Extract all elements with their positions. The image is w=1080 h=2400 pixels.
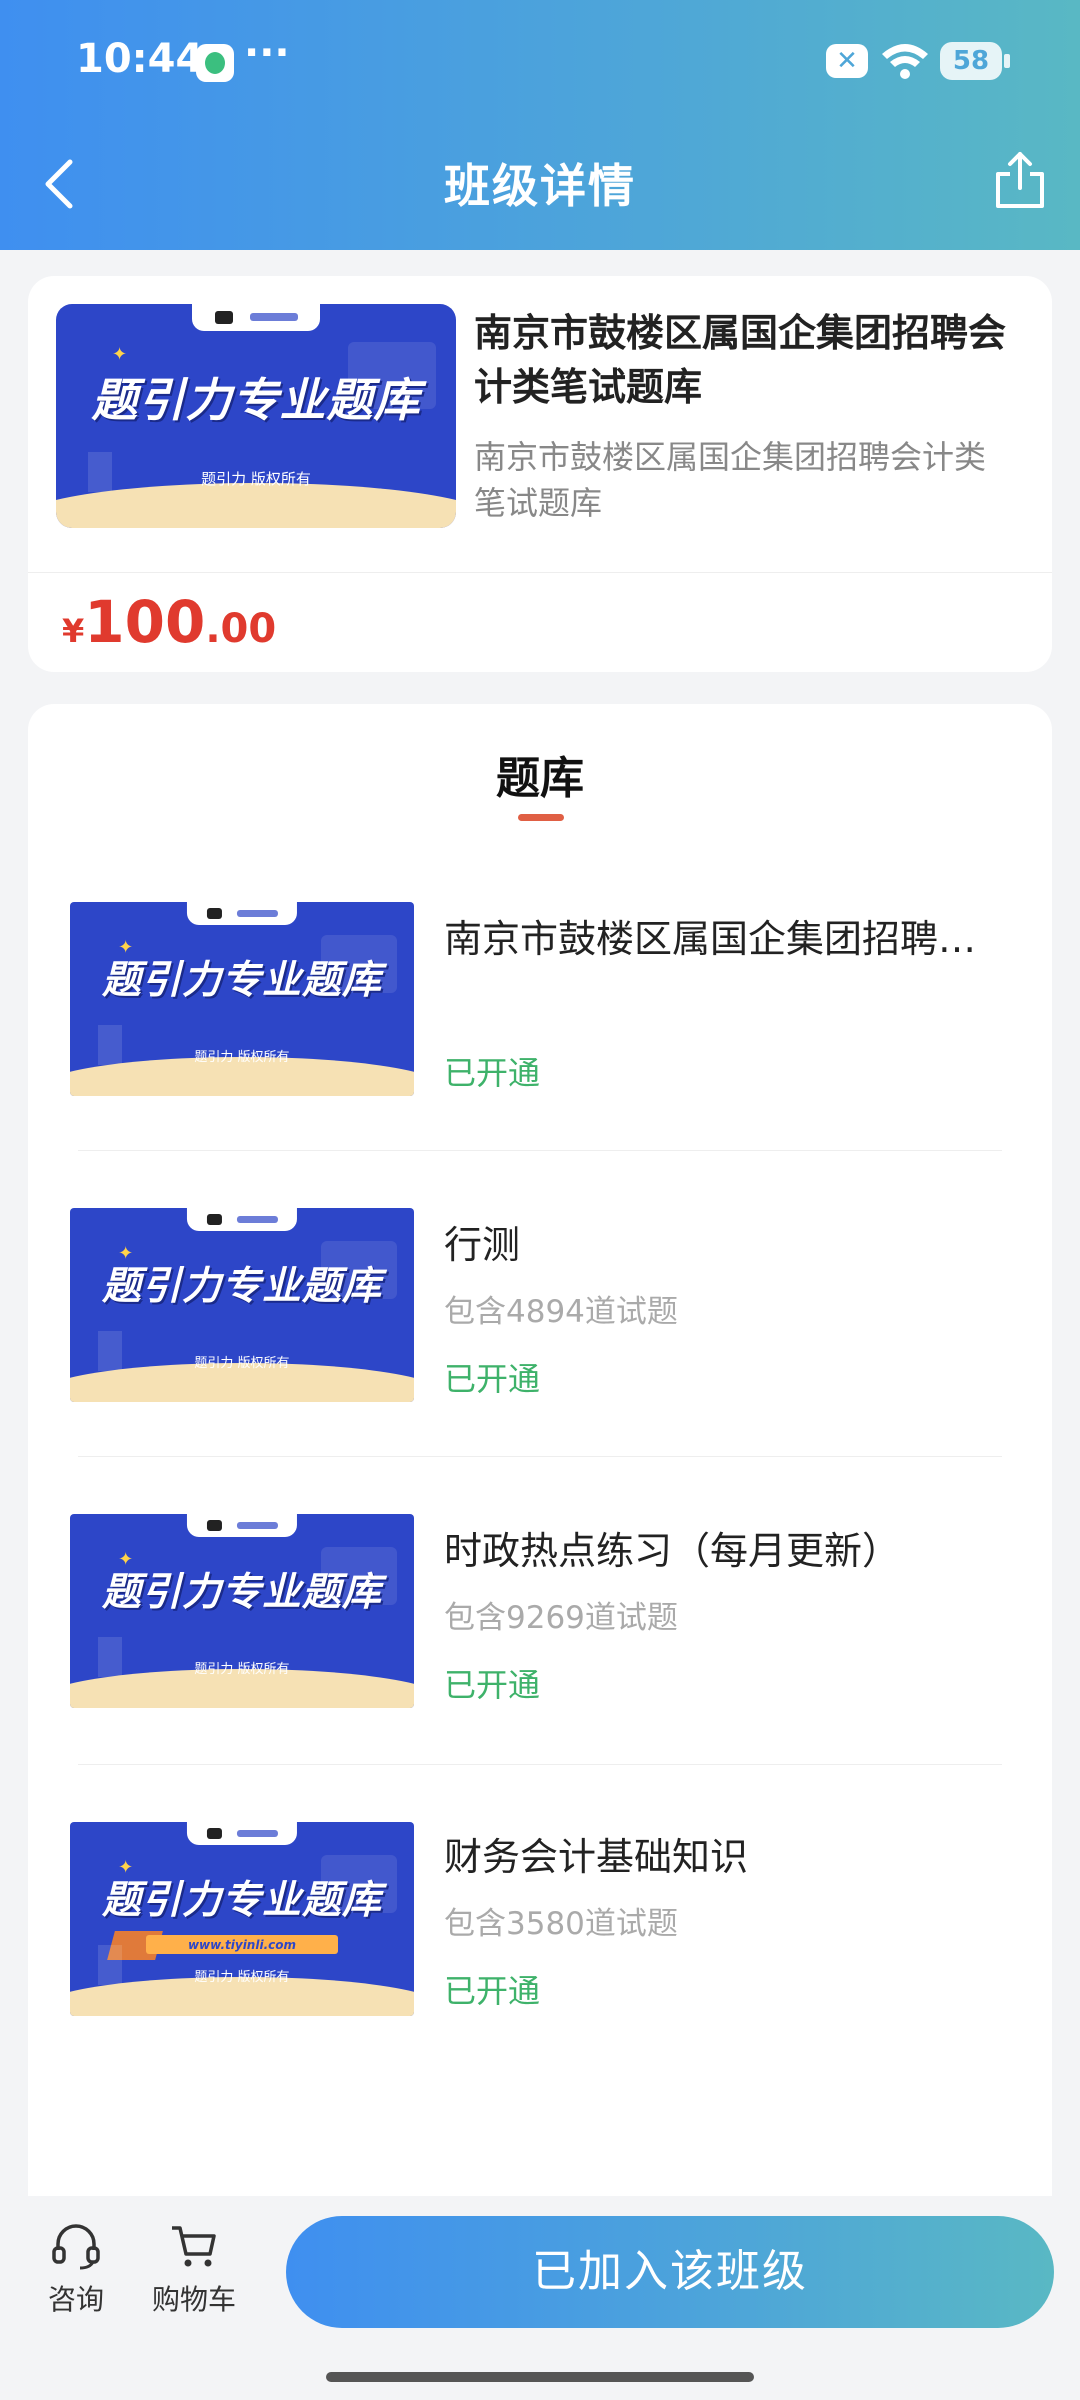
wifi-icon [882, 44, 928, 79]
battery-icon: 58 [940, 42, 1010, 80]
class-price: ¥100.00 [62, 572, 276, 672]
join-class-button[interactable]: 已加入该班级 [286, 2216, 1054, 2328]
price-decimal: .00 [205, 606, 277, 652]
cover-banner-text: 题引力专业题库 [101, 1569, 382, 1615]
cart-label: 购物车 [151, 2283, 236, 2316]
consult-label: 咨询 [47, 2283, 104, 2316]
bank-question-count: 包含9269道试题 [444, 1600, 678, 1636]
bank-status: 已开通 [444, 1972, 541, 2010]
class-title: 南京市鼓楼区属国企集团招聘会计类笔试题库 [474, 311, 1007, 409]
bank-status: 已开通 [444, 1666, 541, 1704]
data-off-icon: ✕ [826, 44, 868, 78]
cover-copyright: 题引力 版权所有 [194, 1049, 290, 1065]
app-notification-icon [196, 44, 234, 82]
bank-cover-image: ✦ 题引力专业题库 题引力 版权所有 [70, 1208, 414, 1402]
price-integer: 100 [84, 588, 206, 656]
bank-cover-image: ✦ 题引力专业题库 www.tiyinli.com 题引力 版权所有 [70, 1822, 414, 2016]
status-more-icon: ··· [244, 30, 290, 76]
bank-status: 已开通 [444, 1054, 541, 1092]
share-button[interactable] [992, 150, 1048, 210]
cover-banner-text: 题引力专业题库 [101, 1877, 382, 1923]
consult-button[interactable]: 咨询 [36, 2222, 116, 2318]
header-bar: 10:44 ··· ✕ 58 班级详情 [0, 0, 1080, 250]
bank-cover-image: ✦ 题引力专业题库 题引力 版权所有 [70, 1514, 414, 1708]
cover-banner-text: 题引力专业题库 [101, 957, 382, 1003]
price-currency: ¥ [62, 612, 85, 650]
cover-copyright: 题引力 版权所有 [194, 1355, 290, 1371]
divider [78, 1456, 1002, 1457]
cover-copyright: 题引力 版权所有 [194, 1969, 290, 1985]
divider [78, 1150, 1002, 1151]
cart-icon [172, 2226, 216, 2267]
bank-question-count: 包含4894道试题 [444, 1294, 678, 1330]
cover-copyright: 题引力 版权所有 [201, 469, 311, 488]
cover-banner-text: 题引力专业题库 [91, 373, 421, 428]
bank-title: 行测 [444, 1223, 521, 1267]
section-title: 题库 [496, 753, 584, 804]
cover-copyright: 题引力 版权所有 [194, 1661, 290, 1677]
bank-cover-image: ✦ 题引力专业题库 题引力 版权所有 [70, 902, 414, 1096]
section-title-underline [518, 814, 564, 821]
bank-title: 时政热点练习（每月更新） [444, 1529, 901, 1573]
class-cover-image: ✦ 题引力专业题库 题引力 版权所有 [56, 304, 456, 528]
bank-question-count: 包含3580道试题 [444, 1906, 678, 1942]
cover-url: www.tiyinli.com [145, 1934, 339, 1954]
bank-title: 南京市鼓楼区属国企集团招聘会计类笔试题库 [444, 917, 1004, 961]
status-time: 10:44 [76, 36, 204, 82]
cart-button[interactable]: 购物车 [146, 2222, 242, 2318]
home-indicator [326, 2372, 754, 2382]
cover-banner-text: 题引力专业题库 [101, 1263, 382, 1309]
headset-icon [52, 2224, 100, 2270]
class-description: 南京市鼓楼区属国企集团招聘会计类笔试题库 [474, 438, 987, 522]
divider [78, 1764, 1002, 1765]
bank-title: 财务会计基础知识 [444, 1835, 749, 1879]
page-title: 班级详情 [444, 159, 636, 213]
bank-status: 已开通 [444, 1360, 541, 1398]
